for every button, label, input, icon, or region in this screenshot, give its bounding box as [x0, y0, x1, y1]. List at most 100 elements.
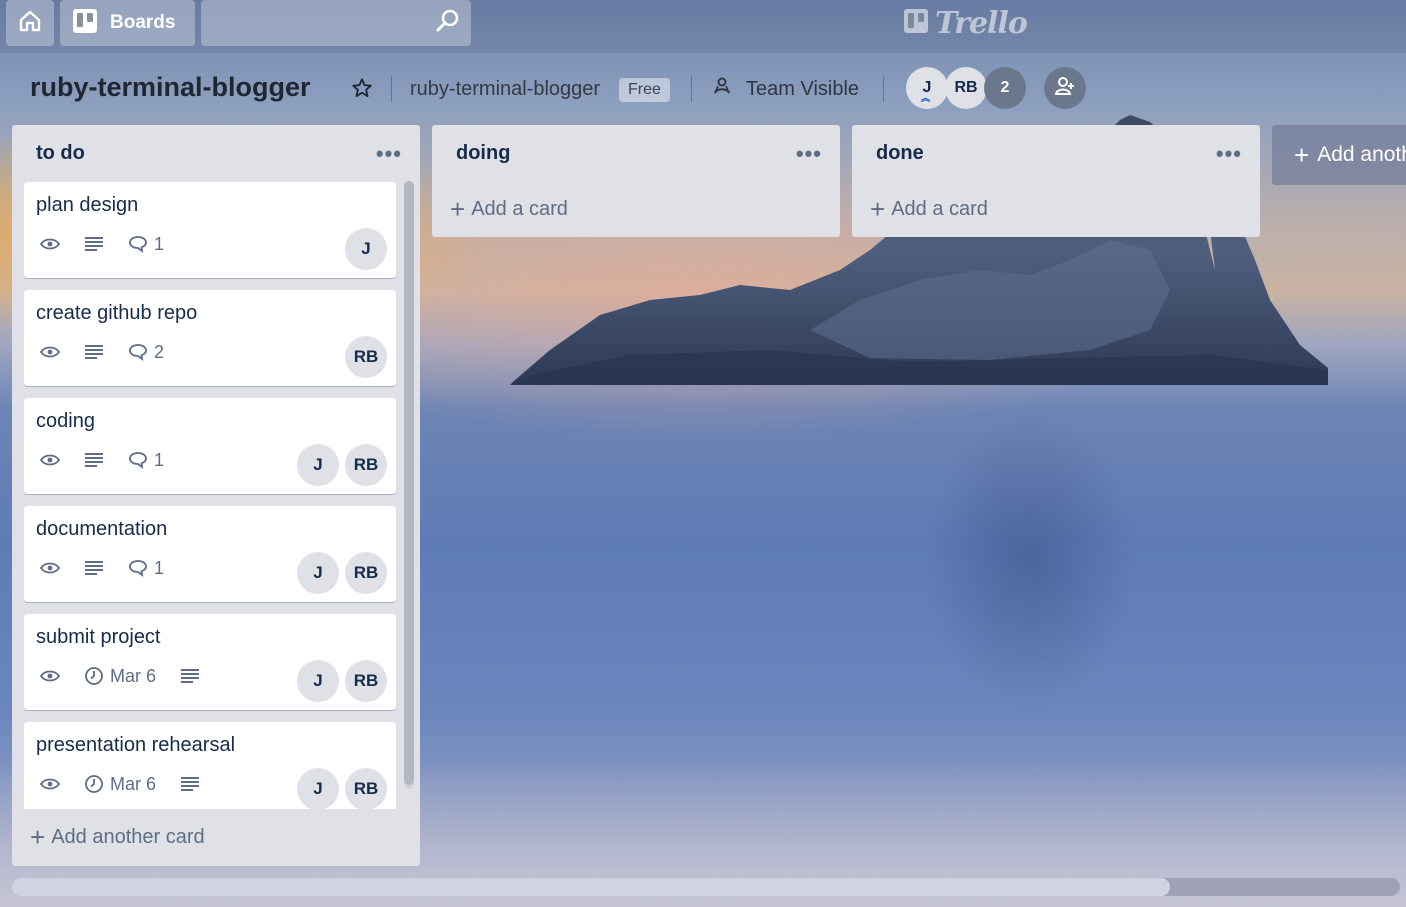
- add-card-button[interactable]: + Add a card: [852, 181, 1260, 237]
- watching-badge: [40, 669, 60, 683]
- watching-badge: [40, 561, 60, 575]
- admin-chevron-icon: ︽: [921, 93, 931, 103]
- due-date: Mar 6: [110, 773, 157, 794]
- trello-logo-text: Trello: [935, 5, 1028, 41]
- plan-badge: Free: [619, 78, 670, 102]
- board-scrollbar-thumb[interactable]: [12, 878, 1170, 896]
- member-overflow-label: 2: [1000, 79, 1010, 96]
- comment-icon: [129, 236, 147, 253]
- list-header[interactable]: to do •••: [12, 125, 420, 181]
- comment-count: 2: [154, 341, 165, 362]
- invite-member-button[interactable]: [1044, 67, 1086, 109]
- eye-icon: [40, 778, 60, 790]
- home-icon: [18, 9, 42, 38]
- list-menu-icon[interactable]: •••: [376, 141, 402, 167]
- list-title[interactable]: done: [876, 142, 924, 165]
- list-header[interactable]: doing •••: [432, 125, 840, 181]
- card[interactable]: plan design 1 J: [24, 182, 396, 278]
- boards-button[interactable]: Boards: [60, 0, 195, 46]
- comments-badge: 1: [128, 450, 164, 471]
- header-divider: [391, 76, 392, 102]
- card-member-avatar[interactable]: RB: [345, 552, 387, 594]
- card-title: plan design: [36, 194, 139, 216]
- list-header[interactable]: done •••: [852, 125, 1260, 181]
- comment-icon: [129, 560, 147, 577]
- description-badge: [84, 452, 104, 468]
- card-badges: Mar 6: [40, 664, 224, 688]
- list-menu-icon[interactable]: •••: [1216, 141, 1242, 167]
- description-icon: [85, 561, 103, 575]
- star-board-button[interactable]: [348, 76, 376, 104]
- comment-count: 1: [154, 557, 165, 578]
- card-member-avatar[interactable]: J: [345, 228, 387, 270]
- description-badge: [84, 236, 104, 252]
- description-badge: [180, 776, 200, 792]
- team-name-button[interactable]: ruby-terminal-blogger: [410, 78, 600, 101]
- board-member-avatar[interactable]: J ︽: [906, 67, 948, 109]
- card-member-avatar[interactable]: J: [297, 552, 339, 594]
- card-title: documentation: [36, 518, 168, 540]
- card-badges: 1: [40, 232, 188, 256]
- description-badge: [84, 344, 104, 360]
- board-title[interactable]: ruby-terminal-blogger: [30, 72, 311, 103]
- card-member-avatar[interactable]: J: [297, 660, 339, 702]
- description-icon: [85, 237, 103, 251]
- home-button[interactable]: [6, 0, 54, 46]
- watching-badge: [40, 453, 60, 467]
- card-member-avatar[interactable]: RB: [345, 444, 387, 486]
- board-member-avatar[interactable]: RB: [945, 67, 987, 109]
- comment-count: 1: [154, 449, 165, 470]
- add-card-label: Add another card: [51, 825, 205, 848]
- boards-label: Boards: [110, 12, 176, 33]
- list-scrollbar[interactable]: [404, 181, 414, 789]
- comments-badge: 1: [128, 558, 164, 579]
- add-card-button[interactable]: + Add another card: [12, 809, 420, 865]
- list-scrollbar-thumb[interactable]: [404, 181, 414, 785]
- list-title[interactable]: to do: [36, 142, 85, 165]
- card[interactable]: create github repo 2 RB: [24, 290, 396, 386]
- description-badge: [180, 668, 200, 684]
- card-member-avatar[interactable]: J: [297, 444, 339, 486]
- eye-icon: [40, 562, 60, 574]
- search-icon: [435, 8, 461, 39]
- team-icon: [712, 76, 732, 102]
- comment-count: 1: [154, 233, 165, 254]
- board-scrollbar[interactable]: [12, 878, 1400, 896]
- card[interactable]: submit project Mar 6 J RB: [24, 614, 396, 710]
- card-badges: 2: [40, 340, 188, 364]
- card[interactable]: documentation 1 J RB: [24, 506, 396, 602]
- description-icon: [181, 669, 200, 683]
- list-title[interactable]: doing: [456, 142, 510, 165]
- header-divider: [883, 76, 884, 102]
- visibility-button[interactable]: Team Visible: [712, 76, 859, 102]
- card[interactable]: presentation rehearsal Mar 6 J RB: [24, 722, 396, 809]
- card-member-avatar[interactable]: RB: [345, 768, 387, 809]
- visibility-label: Team Visible: [746, 77, 860, 100]
- add-list-button[interactable]: + Add another list: [1272, 125, 1406, 185]
- boards-icon: [72, 8, 98, 39]
- due-date: Mar 6: [110, 665, 157, 686]
- plus-icon: +: [870, 194, 886, 224]
- member-overflow-count[interactable]: 2: [984, 67, 1026, 109]
- card-member-avatar[interactable]: RB: [345, 336, 387, 378]
- list-menu-icon[interactable]: •••: [796, 141, 822, 167]
- description-icon: [181, 777, 200, 791]
- card-member-avatar[interactable]: RB: [345, 660, 387, 702]
- add-card-button[interactable]: + Add a card: [432, 181, 840, 237]
- watching-badge: [40, 237, 60, 251]
- top-header: Boards Trello: [0, 0, 1406, 53]
- card-member-avatar[interactable]: J: [297, 768, 339, 809]
- eye-icon: [40, 238, 60, 250]
- comments-badge: 2: [128, 342, 164, 363]
- header-divider: [691, 76, 692, 102]
- list-done: done ••• + Add a card: [852, 125, 1260, 237]
- star-icon: [351, 77, 373, 104]
- list-to-do: to do ••• plan design 1 J create github …: [12, 125, 420, 866]
- add-card-label: Add a card: [891, 197, 988, 220]
- card[interactable]: coding 1 J RB: [24, 398, 396, 494]
- search-input[interactable]: [201, 0, 471, 46]
- description-icon: [85, 453, 103, 467]
- plus-icon: +: [450, 194, 466, 224]
- trello-logo[interactable]: Trello: [903, 5, 1028, 41]
- comment-icon: [129, 452, 147, 469]
